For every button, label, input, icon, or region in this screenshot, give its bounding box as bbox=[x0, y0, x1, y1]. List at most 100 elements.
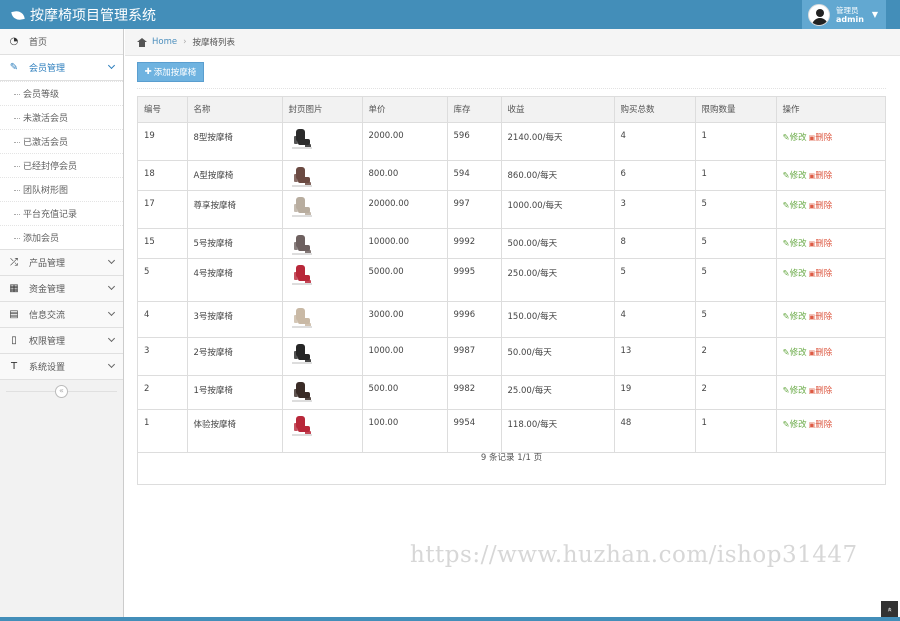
user-info: 管理员 admin bbox=[836, 6, 864, 24]
submenu-item[interactable]: 未激活会员 bbox=[0, 105, 123, 129]
sidebar-item-products[interactable]: ⤮ 产品管理 bbox=[0, 250, 123, 276]
breadcrumb-home-link[interactable]: Home bbox=[152, 37, 177, 47]
sidebar-item-label: 资金管理 bbox=[29, 285, 66, 295]
home-icon bbox=[137, 37, 147, 47]
cell-price: 20000.00 bbox=[362, 190, 448, 229]
app-title: 按摩椅项目管理系统 bbox=[30, 8, 156, 24]
submenu-item[interactable]: 平台充值记录 bbox=[0, 201, 123, 225]
submenu-item[interactable]: 团队树形图 bbox=[0, 177, 123, 201]
chair-thumbnail-image bbox=[289, 379, 315, 405]
delete-link[interactable]: ▣删除 bbox=[809, 171, 833, 181]
cell-id: 19 bbox=[138, 122, 188, 161]
scroll-top-button[interactable]: » bbox=[881, 601, 898, 617]
edit-label: 修改 bbox=[789, 132, 807, 143]
chevron-down-icon bbox=[107, 308, 116, 317]
table-row: 3 2号按摩椅 1000.00 9987 50.00/每天 13 2 ✎修改 ▣删除 bbox=[138, 337, 885, 376]
cell-name: 1号按摩椅 bbox=[187, 375, 283, 410]
cell-name: 3号按摩椅 bbox=[187, 301, 283, 338]
bottom-bar bbox=[0, 617, 900, 621]
table-row: 18 A型按摩椅 800.00 594 860.00/每天 6 1 ✎修改 ▣删除 bbox=[138, 160, 885, 191]
top-navbar: 按摩椅项目管理系统 管理员 admin ▼ bbox=[0, 0, 900, 29]
caret-down-icon: ▼ bbox=[871, 10, 879, 19]
divider bbox=[137, 88, 886, 89]
column-header: 收益 bbox=[501, 97, 615, 123]
cell-stock: 997 bbox=[447, 190, 502, 229]
collapse-sidebar-button[interactable]: « bbox=[55, 384, 68, 398]
chair-table-panel: 编号 名称 封页图片 单价 库存 收益 购买总数 限购数量 操作 19 8型按摩椅 2000.00 5… bbox=[137, 96, 886, 485]
delete-link[interactable]: ▣删除 bbox=[809, 312, 833, 322]
cell-stock: 594 bbox=[447, 160, 502, 191]
cell-income: 250.00/每天 bbox=[501, 258, 615, 302]
chair-thumbnail-image bbox=[289, 341, 315, 367]
pencil-icon: ✎ bbox=[782, 132, 790, 143]
column-header: 单价 bbox=[362, 97, 448, 123]
user-name: admin bbox=[836, 14, 864, 24]
cell-name: 2号按摩椅 bbox=[187, 337, 283, 376]
edit-label: 修改 bbox=[789, 311, 807, 322]
delete-link[interactable]: ▣删除 bbox=[809, 269, 833, 279]
user-menu[interactable]: 管理员 admin ▼ bbox=[802, 0, 886, 29]
delete-link[interactable]: ▣删除 bbox=[809, 420, 833, 430]
pencil-icon: ✎ bbox=[782, 311, 790, 322]
edit-link[interactable]: ✎修改 bbox=[783, 269, 807, 279]
cell-actions: ✎修改 ▣删除 bbox=[776, 375, 885, 410]
pencil-icon: ✎ bbox=[782, 170, 790, 181]
delete-link[interactable]: ▣删除 bbox=[809, 239, 833, 249]
sidebar-item-messages[interactable]: ▤ 信息交流 bbox=[0, 302, 123, 328]
submenu-item[interactable]: 添加会员 bbox=[0, 225, 123, 249]
add-chair-button[interactable]: ✚ 添加按摩椅 bbox=[137, 62, 204, 82]
breadcrumb-separator-icon: › bbox=[183, 37, 187, 47]
edit-link[interactable]: ✎修改 bbox=[783, 312, 807, 322]
table-row: 17 尊享按摩椅 20000.00 997 1000.00/每天 3 5 ✎修改 ▣删除 bbox=[138, 190, 885, 229]
submenu-label: 会员等级 bbox=[23, 90, 60, 100]
member-submenu: 会员等级 未激活会员 已激活会员 已经封停会员 团队树形图 平台充值记录 添加会… bbox=[0, 81, 123, 250]
delete-link[interactable]: ▣删除 bbox=[809, 386, 833, 396]
sidebar-item-funds[interactable]: ▦ 资金管理 bbox=[0, 276, 123, 302]
submenu-label: 平台充值记录 bbox=[23, 210, 78, 220]
edit-link[interactable]: ✎修改 bbox=[783, 171, 807, 181]
sidebar-item-settings[interactable]: T 系统设置 bbox=[0, 354, 123, 380]
edit-label: 修改 bbox=[789, 238, 807, 249]
cell-cover-image bbox=[282, 228, 363, 259]
edit-link[interactable]: ✎修改 bbox=[783, 348, 807, 358]
chair-thumbnail-image bbox=[289, 126, 315, 152]
edit-link[interactable]: ✎修改 bbox=[783, 239, 807, 249]
plus-icon: ✚ bbox=[144, 67, 152, 77]
chair-thumbnail-image bbox=[289, 262, 315, 288]
submenu-item[interactable]: 已激活会员 bbox=[0, 129, 123, 153]
edit-link[interactable]: ✎修改 bbox=[783, 420, 807, 430]
cell-income: 2140.00/每天 bbox=[501, 122, 615, 161]
delete-link[interactable]: ▣删除 bbox=[809, 201, 833, 211]
pencil-icon: ✎ bbox=[782, 268, 790, 279]
cell-limit: 1 bbox=[695, 122, 777, 161]
sidebar-item-members[interactable]: ✎ 会员管理 bbox=[0, 55, 123, 81]
edit-link[interactable]: ✎修改 bbox=[783, 201, 807, 211]
delete-link[interactable]: ▣删除 bbox=[809, 133, 833, 143]
delete-link[interactable]: ▣删除 bbox=[809, 348, 833, 358]
cell-total: 3 bbox=[614, 190, 696, 229]
cell-stock: 9987 bbox=[447, 337, 502, 376]
cell-id: 3 bbox=[138, 337, 188, 376]
edit-link[interactable]: ✎修改 bbox=[783, 133, 807, 143]
sidebar-item-permissions[interactable]: ▯ 权限管理 bbox=[0, 328, 123, 354]
pencil-icon: ✎ bbox=[782, 347, 790, 358]
cell-total: 8 bbox=[614, 228, 696, 259]
chevron-down-icon bbox=[107, 334, 116, 343]
sidebar-item-label: 会员管理 bbox=[29, 64, 66, 74]
edit-link[interactable]: ✎修改 bbox=[783, 386, 807, 396]
cell-actions: ✎修改 ▣删除 bbox=[776, 160, 885, 191]
cell-stock: 9992 bbox=[447, 228, 502, 259]
brand[interactable]: 按摩椅项目管理系统 bbox=[11, 5, 156, 25]
cell-limit: 2 bbox=[695, 337, 777, 376]
cell-cover-image bbox=[282, 258, 363, 302]
cell-actions: ✎修改 ▣删除 bbox=[776, 122, 885, 161]
breadcrumb: Home › 按摩椅列表 bbox=[125, 29, 900, 56]
submenu-item[interactable]: 已经封停会员 bbox=[0, 153, 123, 177]
cell-name: A型按摩椅 bbox=[187, 160, 283, 191]
sidebar-item-label: 产品管理 bbox=[29, 259, 66, 269]
sidebar-item-home[interactable]: ◔ 首页 bbox=[0, 29, 123, 55]
cell-cover-image bbox=[282, 337, 363, 376]
submenu-item[interactable]: 会员等级 bbox=[0, 81, 123, 105]
cell-cover-image bbox=[282, 160, 363, 191]
cell-name: 8型按摩椅 bbox=[187, 122, 283, 161]
